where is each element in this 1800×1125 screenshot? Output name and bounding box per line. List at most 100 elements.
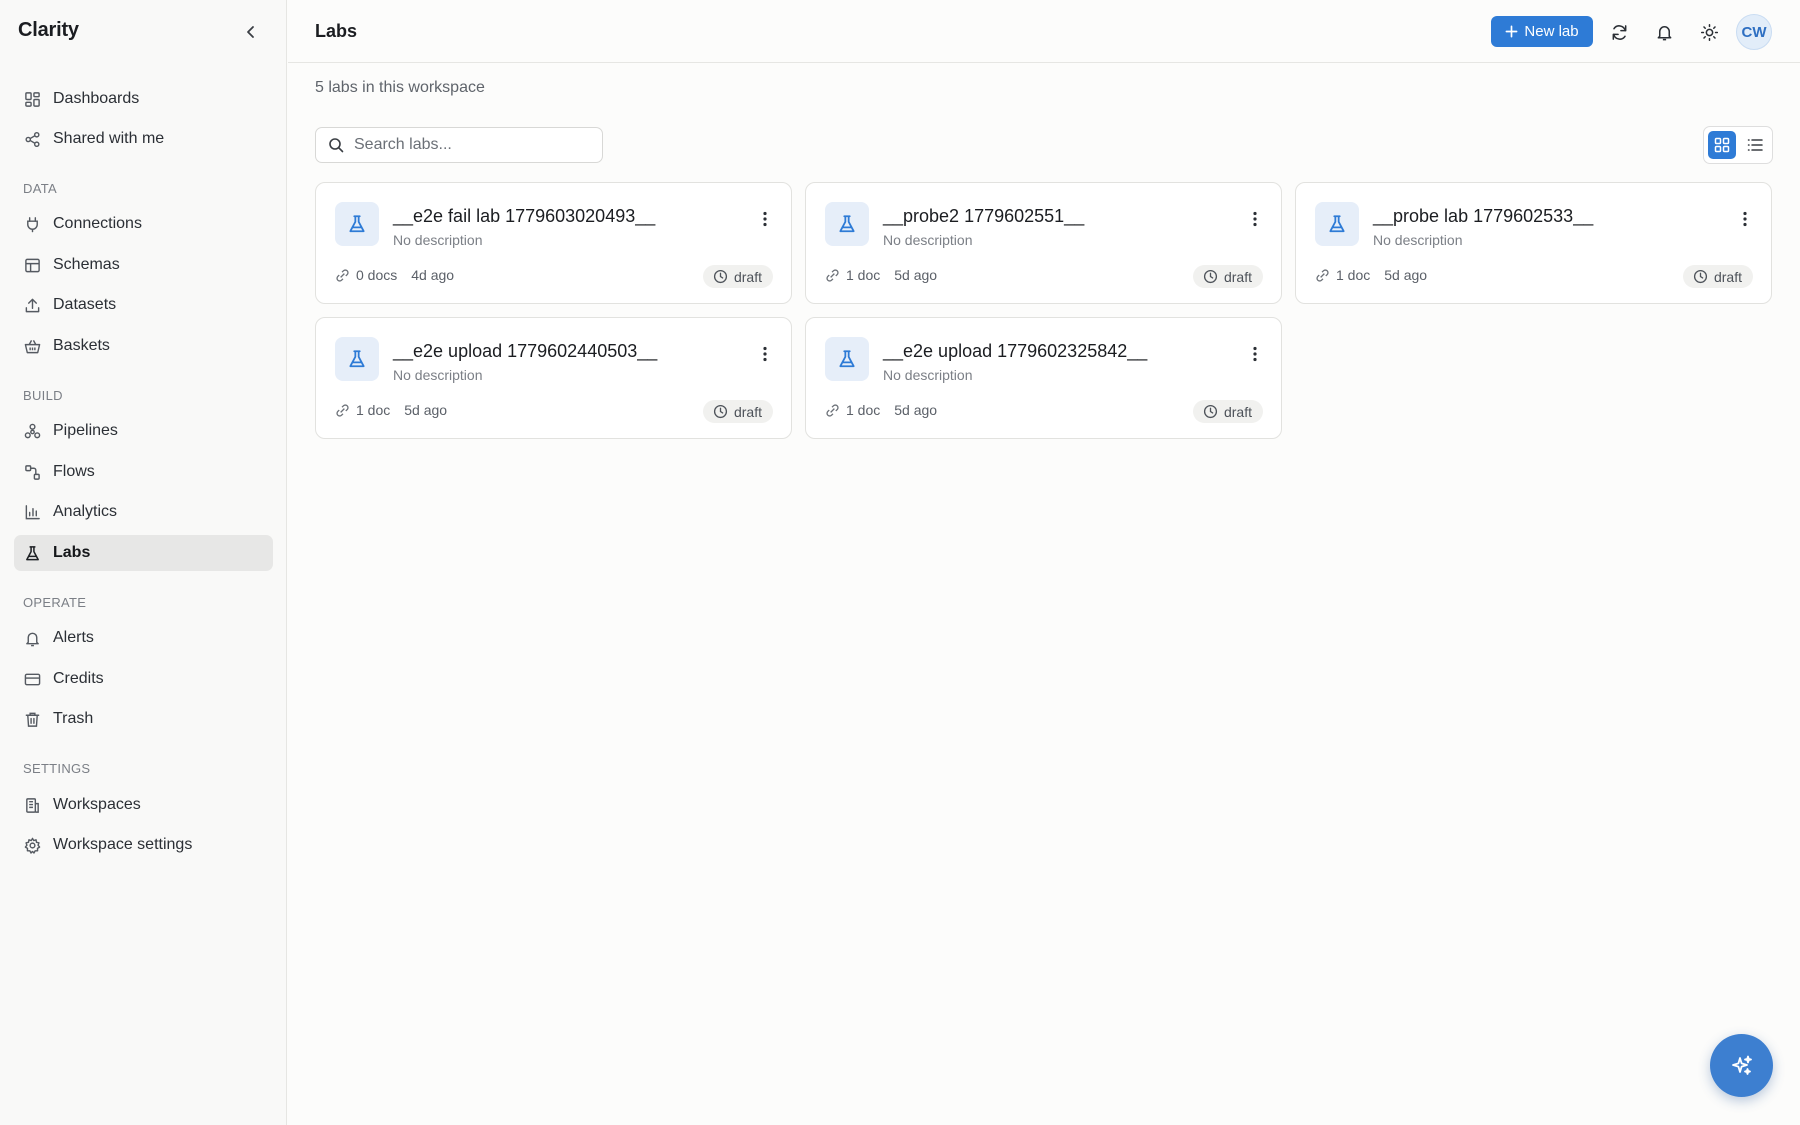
sidebar-item-schemas[interactable]: Schemas xyxy=(14,247,273,283)
sidebar-item-label: Workspace settings xyxy=(53,836,193,853)
flask-icon xyxy=(23,544,41,562)
status-badge: draft xyxy=(1192,400,1263,423)
sidebar-item-baskets[interactable]: Baskets xyxy=(14,328,273,364)
plug-icon xyxy=(23,215,41,233)
docs-icon xyxy=(336,403,349,417)
sidebar-item-dashboards[interactable]: Dashboards xyxy=(14,81,273,117)
lab-card[interactable]: __probe lab 1779602533__ No description … xyxy=(1295,182,1772,304)
list-view-button[interactable] xyxy=(1741,131,1769,159)
sidebar-item-workspaces[interactable]: Workspaces xyxy=(14,787,273,823)
lab-meta: 1 doc 5d ago xyxy=(1315,265,1427,285)
lab-title[interactable]: __probe lab 1779602533__ xyxy=(1373,206,1593,227)
lab-docs-count: 1 doc xyxy=(356,402,391,418)
assistant-fab-button[interactable] xyxy=(1710,1034,1773,1097)
docs-icon xyxy=(1316,268,1329,282)
dashboard-icon xyxy=(23,90,41,108)
flask-icon xyxy=(825,202,869,246)
sidebar-item-shared[interactable]: Shared with me xyxy=(14,121,273,157)
sidebar-item-flows[interactable]: Flows xyxy=(14,454,273,490)
status-label: draft xyxy=(1223,268,1252,285)
refresh-button[interactable] xyxy=(1606,19,1632,45)
lab-menu-button[interactable] xyxy=(754,341,776,367)
sidebar-item-pipelines[interactable]: Pipelines xyxy=(14,413,273,449)
lab-description: No description xyxy=(883,232,973,248)
sidebar-item-label: Flows xyxy=(53,463,95,480)
status-label: draft xyxy=(733,268,762,285)
lab-card[interactable]: __e2e fail lab 1779603020493__ No descri… xyxy=(315,182,792,304)
grid-view-button[interactable] xyxy=(1708,131,1736,159)
collapse-sidebar-button[interactable] xyxy=(238,19,264,45)
lab-menu-button[interactable] xyxy=(1734,206,1756,232)
user-avatar[interactable]: CW xyxy=(1736,14,1772,50)
lab-age: 5d ago xyxy=(404,402,448,418)
more-vertical-icon xyxy=(1253,211,1257,227)
more-vertical-icon xyxy=(763,211,767,227)
clock-icon xyxy=(1203,404,1218,419)
building-icon xyxy=(23,796,41,814)
lab-docs-count: 1 doc xyxy=(1336,267,1371,283)
theme-toggle-button[interactable] xyxy=(1696,19,1722,45)
lab-menu-button[interactable] xyxy=(1244,341,1266,367)
sidebar-item-label: Baskets xyxy=(53,337,110,354)
status-badge: draft xyxy=(702,265,773,288)
search-icon xyxy=(329,138,344,153)
search-input[interactable] xyxy=(354,136,594,154)
status-badge: draft xyxy=(702,400,773,423)
lab-title[interactable]: __e2e fail lab 1779603020493__ xyxy=(393,206,655,227)
lab-card[interactable]: __e2e upload 1779602325842__ No descript… xyxy=(805,317,1282,439)
lab-meta: 1 doc 5d ago xyxy=(825,265,937,285)
lab-meta: 1 doc 5d ago xyxy=(335,400,447,420)
sidebar-item-labs[interactable]: Labs xyxy=(14,535,273,571)
lab-age: 5d ago xyxy=(894,402,938,418)
status-label: draft xyxy=(1713,268,1742,285)
page-title: Labs xyxy=(315,21,358,41)
flask-icon xyxy=(825,337,869,381)
sidebar-item-connections[interactable]: Connections xyxy=(14,206,273,242)
section-label-operate: OPERATE xyxy=(23,595,87,610)
sidebar-item-label: Dashboards xyxy=(53,90,140,107)
lab-menu-button[interactable] xyxy=(754,206,776,232)
lab-meta: 0 docs 4d ago xyxy=(335,265,454,285)
sidebar-item-credits[interactable]: Credits xyxy=(14,661,273,697)
chevron-left-icon xyxy=(247,26,254,38)
trash-icon xyxy=(23,710,41,728)
sun-icon xyxy=(1700,23,1718,41)
top-header: Labs New lab CW xyxy=(288,0,1800,63)
plus-icon xyxy=(1505,25,1518,38)
sidebar-item-label: Labs xyxy=(53,544,91,561)
docs-icon xyxy=(826,268,839,282)
flask-icon xyxy=(1315,202,1359,246)
sidebar-item-datasets[interactable]: Datasets xyxy=(14,287,273,323)
more-vertical-icon xyxy=(1253,346,1257,362)
sidebar-item-label: Datasets xyxy=(53,296,117,313)
sidebar-item-label: Connections xyxy=(53,215,142,232)
table-icon xyxy=(23,256,41,274)
lab-card[interactable]: __probe2 1779602551__ No description 1 d… xyxy=(805,182,1282,304)
status-badge: draft xyxy=(1192,265,1263,288)
sidebar-item-analytics[interactable]: Analytics xyxy=(14,494,273,530)
lab-title[interactable]: __probe2 1779602551__ xyxy=(883,206,1084,227)
app-name: Clarity xyxy=(18,19,79,41)
grid-icon xyxy=(1714,137,1730,153)
lab-title[interactable]: __e2e upload 1779602440503__ xyxy=(393,341,657,362)
section-label-settings: SETTINGS xyxy=(23,761,91,776)
sidebar-item-workspace-settings[interactable]: Workspace settings xyxy=(14,827,273,863)
sidebar-item-label: Trash xyxy=(53,710,94,727)
lab-title[interactable]: __e2e upload 1779602325842__ xyxy=(883,341,1147,362)
lab-card[interactable]: __e2e upload 1779602440503__ No descript… xyxy=(315,317,792,439)
lab-menu-button[interactable] xyxy=(1244,206,1266,232)
sidebar-item-label: Shared with me xyxy=(53,130,165,147)
labs-count: 5 labs in this workspace xyxy=(315,79,485,96)
new-lab-button[interactable]: New lab xyxy=(1491,16,1593,47)
clock-icon xyxy=(713,269,728,284)
lab-docs-count: 0 docs xyxy=(356,267,398,283)
notifications-button[interactable] xyxy=(1651,19,1677,45)
share-icon xyxy=(23,130,41,148)
sidebar-item-alerts[interactable]: Alerts xyxy=(14,620,273,656)
credit-card-icon xyxy=(23,670,41,688)
lab-meta: 1 doc 5d ago xyxy=(825,400,937,420)
sidebar-item-trash[interactable]: Trash xyxy=(14,701,273,737)
docs-icon xyxy=(336,268,349,282)
clock-icon xyxy=(1693,269,1708,284)
clock-icon xyxy=(713,404,728,419)
